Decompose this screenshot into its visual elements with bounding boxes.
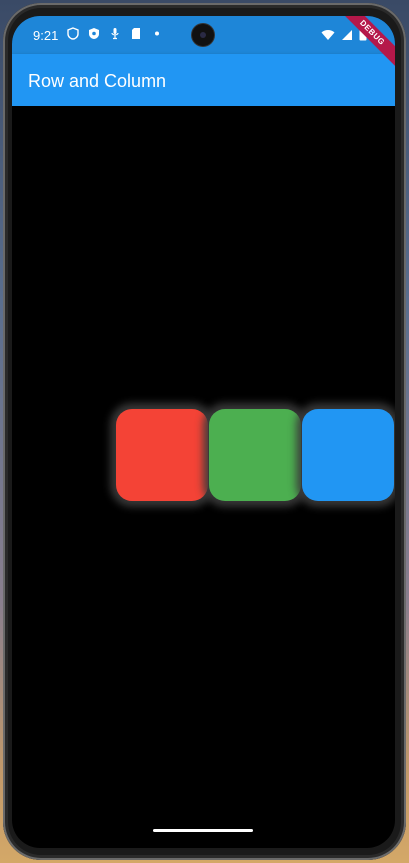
wifi-icon xyxy=(321,29,335,44)
home-indicator[interactable] xyxy=(153,829,253,832)
debug-banner: DEBUG xyxy=(335,16,395,70)
front-camera xyxy=(192,24,214,46)
red-box xyxy=(116,409,208,501)
debug-banner-container: DEBUG xyxy=(335,16,395,76)
green-box xyxy=(209,409,301,501)
sd-card-icon xyxy=(130,27,142,40)
phone-screen: 9:21 Row and Column DEBUG xyxy=(12,16,395,848)
shield-outline-icon xyxy=(67,27,79,40)
microphone-icon xyxy=(109,27,121,40)
app-bar-title: Row and Column xyxy=(28,71,167,91)
blue-box xyxy=(302,409,394,501)
row-of-boxes xyxy=(116,409,394,501)
dot-icon xyxy=(151,27,163,40)
status-time: 9:21 xyxy=(33,28,59,43)
status-icons-left xyxy=(67,27,163,40)
shield-filled-icon xyxy=(88,27,100,40)
